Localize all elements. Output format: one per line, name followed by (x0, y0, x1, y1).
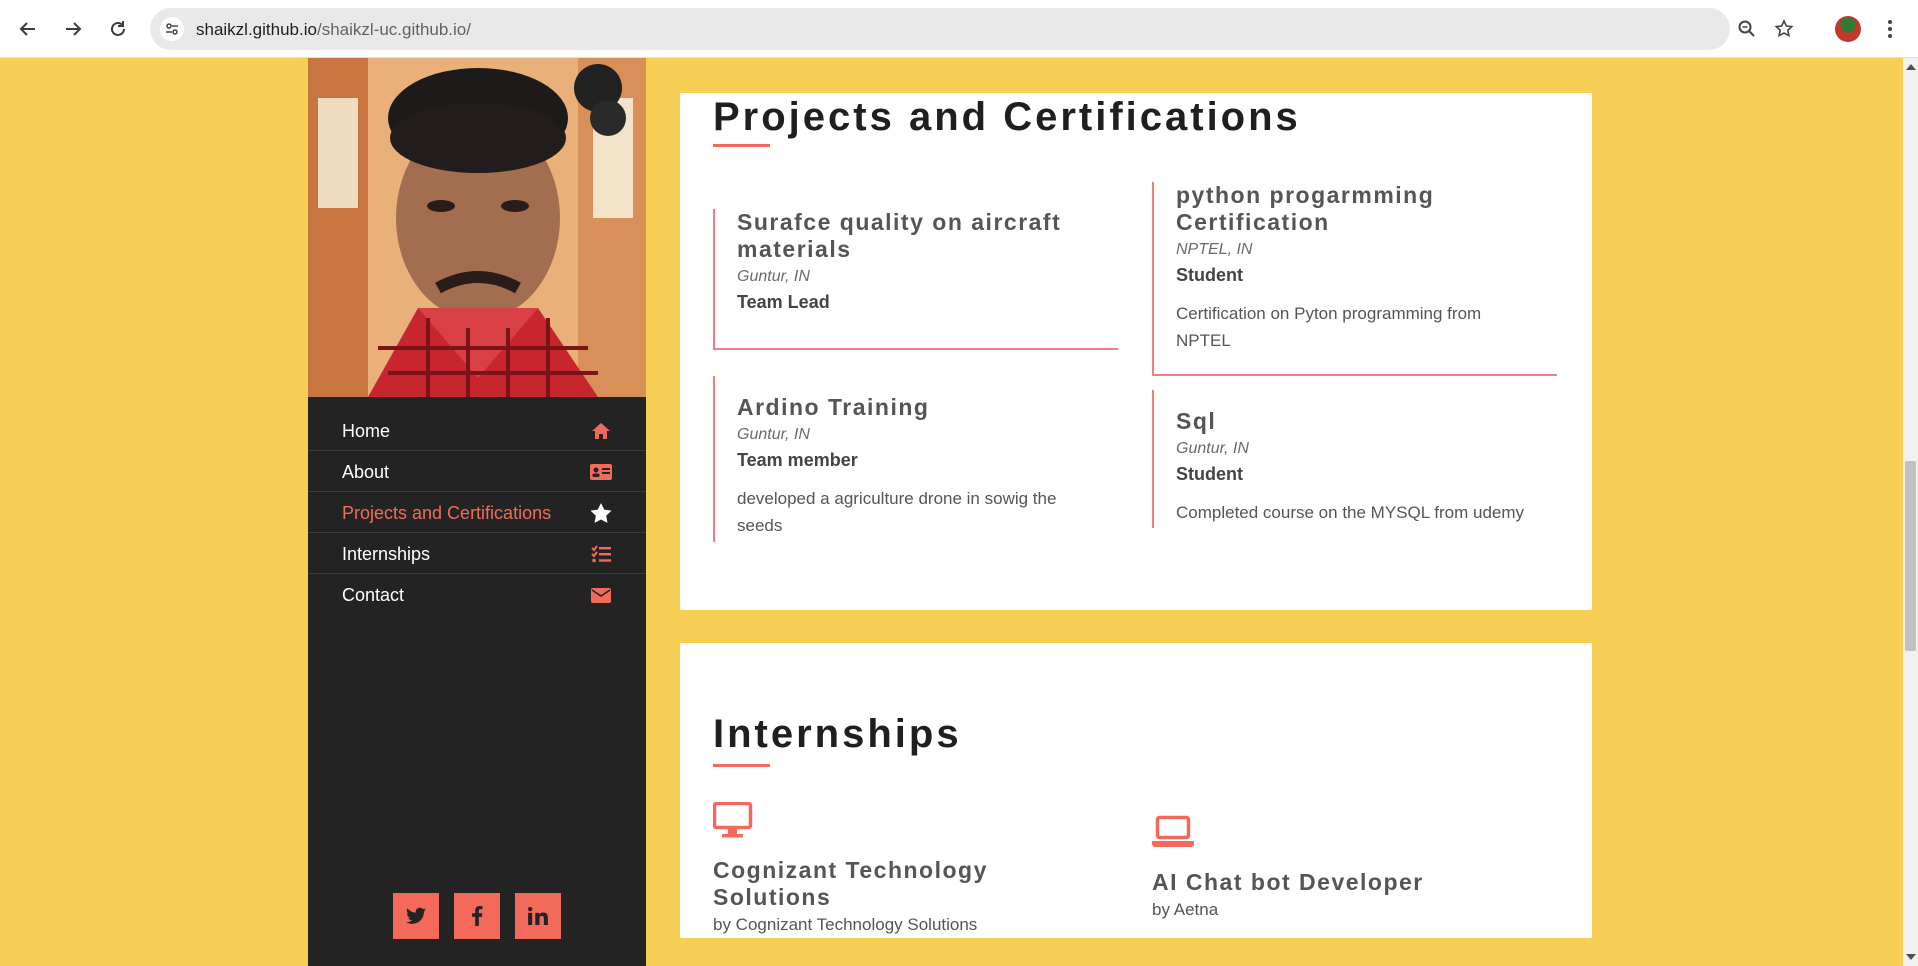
back-icon[interactable] (14, 15, 42, 43)
scroll-down-arrow[interactable] (1906, 954, 1916, 960)
item-title: Sql (1176, 408, 1217, 434)
facebook-button[interactable] (454, 893, 500, 939)
item-title: Cognizant Technology Solutions (713, 857, 988, 910)
page-scrollbar[interactable] (1903, 58, 1918, 966)
browser-toolbar: shaikzl.github.io/shaikzl-uc.github.io/ (0, 0, 1918, 58)
sidebar-item-label: Contact (342, 585, 405, 605)
bookmark-star-icon[interactable] (1773, 18, 1795, 40)
twitter-icon (406, 907, 426, 924)
project-item: Sql Guntur, IN Student Completed course … (1152, 390, 1557, 528)
sidebar-item-home[interactable]: Home (308, 410, 646, 451)
sidebar: Home About Projects and Certifications I… (308, 58, 646, 966)
scroll-up-arrow[interactable] (1906, 64, 1916, 70)
item-place: Guntur, IN (1176, 440, 1249, 457)
item-role: Team Lead (737, 292, 830, 312)
sidebar-item-label: Home (342, 421, 391, 441)
sidebar-item-internships[interactable]: Internships (308, 533, 646, 574)
linkedin-icon (528, 907, 548, 925)
sidebar-nav: Home About Projects and Certifications I… (308, 410, 646, 615)
section-title: Internships (713, 712, 962, 756)
item-title: python progarmming Certification (1176, 182, 1435, 235)
item-title: AI Chat bot Developer (1152, 869, 1424, 895)
facebook-icon (472, 906, 483, 926)
tasks-list-icon (590, 543, 612, 565)
item-role: Team member (737, 450, 858, 470)
more-menu-icon[interactable] (1880, 16, 1900, 42)
item-place: Guntur, IN (737, 268, 810, 285)
laptop-icon (1152, 815, 1194, 847)
sidebar-item-label: Projects and Certifications (342, 503, 552, 523)
desktop-icon (712, 801, 753, 838)
sidebar-item-projects[interactable]: Projects and Certifications (308, 492, 646, 533)
envelope-icon (590, 584, 612, 606)
item-title: Surafce quality on aircraft materials (737, 209, 1062, 262)
home-icon (590, 420, 612, 442)
scroll-thumb[interactable] (1905, 461, 1916, 651)
project-item: python progarmming Certification NPTEL, … (1152, 182, 1557, 376)
internship-item: AI Chat bot Developer by Aetna (1152, 814, 1552, 920)
internship-item: Cognizant Technology Solutions by Cogniz… (712, 801, 1093, 935)
url-text: shaikzl.github.io/shaikzl-uc.github.io/ (196, 20, 471, 40)
item-title: Ardino Training (737, 394, 930, 420)
section-title: Projects and Certifications (713, 95, 1301, 139)
star-icon (590, 502, 612, 524)
item-by: by Cognizant Technology Solutions (713, 915, 978, 934)
sidebar-item-label: Internships (342, 544, 431, 564)
zoom-icon[interactable] (1736, 18, 1758, 40)
url-host: shaikzl.github.io (196, 20, 317, 39)
sidebar-item-contact[interactable]: Contact (308, 574, 646, 615)
sidebar-item-label: About (342, 462, 390, 482)
linkedin-button[interactable] (515, 893, 561, 939)
address-bar[interactable]: shaikzl.github.io/shaikzl-uc.github.io/ (150, 8, 1755, 50)
project-item: Ardino Training Guntur, IN Team member d… (713, 376, 1118, 542)
id-card-icon (590, 461, 612, 483)
item-desc: developed a agriculture drone in sowig t… (737, 489, 1057, 535)
reload-icon[interactable] (104, 15, 132, 43)
site-settings-icon[interactable] (160, 17, 184, 41)
item-desc: Certification on Pyton programming from … (1176, 304, 1482, 350)
project-item: Surafce quality on aircraft materials Gu… (713, 209, 1118, 350)
profile-photo (308, 58, 646, 397)
item-role: Student (1176, 265, 1243, 285)
item-place: Guntur, IN (737, 426, 810, 443)
item-role: Student (1176, 464, 1243, 484)
internships-section: Internships Cognizant Technology Solutio… (680, 643, 1592, 938)
url-path: /shaikzl-uc.github.io/ (316, 20, 471, 39)
section-underline (713, 764, 770, 767)
item-place: NPTEL, IN (1176, 241, 1253, 258)
profile-avatar[interactable] (1835, 16, 1861, 42)
sidebar-item-about[interactable]: About (308, 451, 646, 492)
section-underline (713, 144, 770, 147)
item-desc: Completed course on the MYSQL from udemy (1176, 503, 1525, 522)
twitter-button[interactable] (393, 893, 439, 939)
item-by: by Aetna (1152, 900, 1219, 919)
forward-icon[interactable] (59, 15, 87, 43)
projects-section: Projects and Certifications Surafce qual… (680, 93, 1592, 610)
